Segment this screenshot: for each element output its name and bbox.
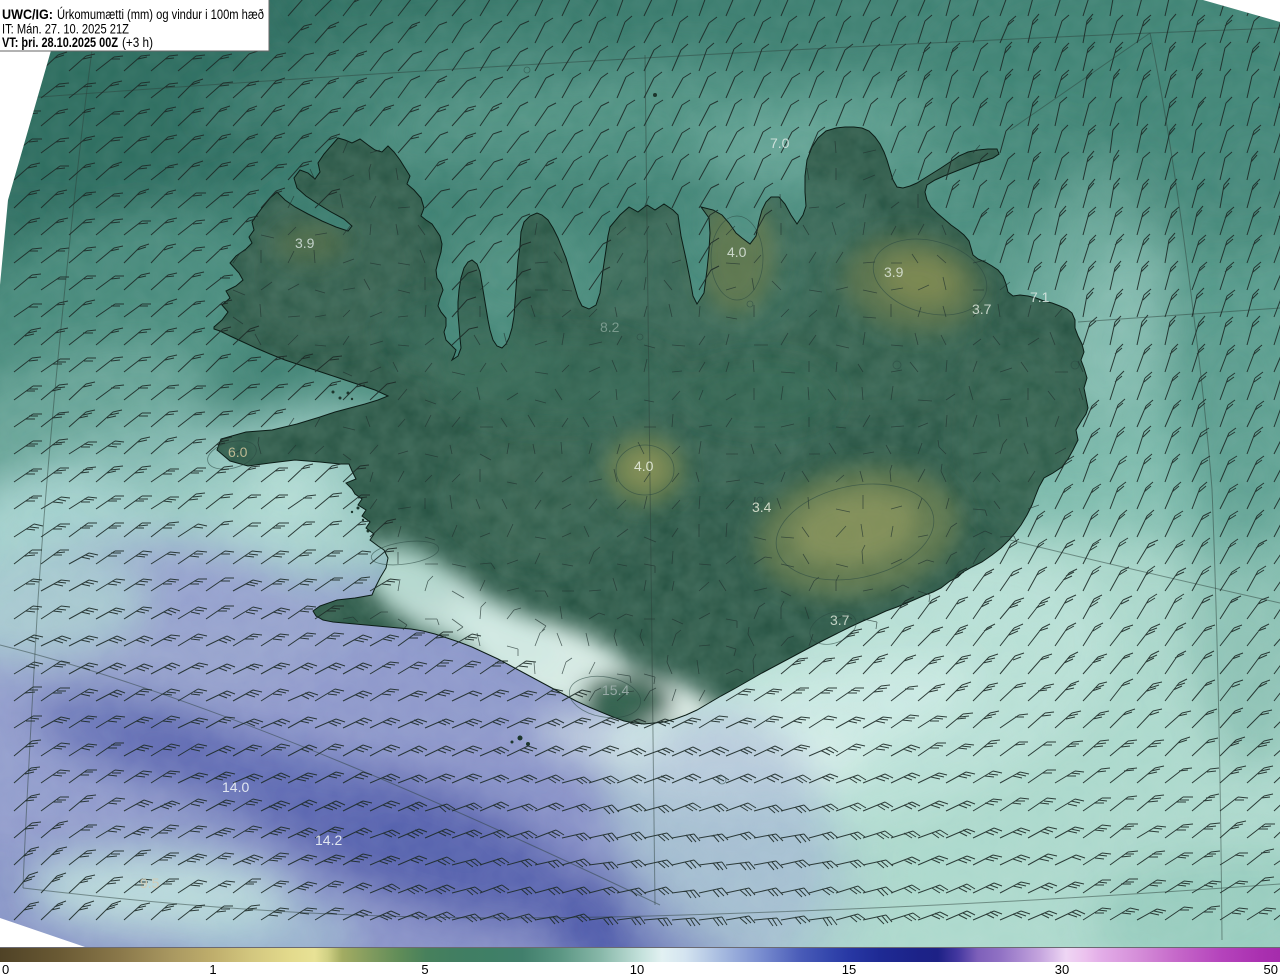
svg-text:14.0: 14.0 (222, 779, 249, 795)
svg-text:3.7: 3.7 (830, 612, 850, 628)
svg-text:30: 30 (1055, 962, 1069, 977)
svg-text:10: 10 (630, 962, 644, 977)
svg-text:50: 50 (1264, 962, 1278, 977)
svg-text:0: 0 (2, 962, 9, 977)
svg-text:5: 5 (421, 962, 428, 977)
svg-text:7.1: 7.1 (1030, 289, 1050, 305)
svg-text:4.0: 4.0 (727, 244, 747, 260)
svg-text:3.9: 3.9 (295, 235, 315, 251)
svg-text:3.7: 3.7 (972, 301, 992, 317)
svg-text:3.4: 3.4 (752, 499, 772, 515)
svg-text:9.5: 9.5 (140, 875, 160, 891)
svg-text:8.2: 8.2 (600, 319, 620, 335)
svg-text:3.9: 3.9 (884, 264, 904, 280)
svg-text:7.0: 7.0 (770, 135, 790, 151)
svg-text:VT: þri. 28.10.2025 00Z(+3 h): VT: þri. 28.10.2025 00Z(+3 h) (2, 35, 153, 50)
svg-text:UWC/IG:Úrkomumætti (mm) og vin: UWC/IG:Úrkomumætti (mm) og vindur i 100m… (2, 7, 264, 22)
svg-text:15.4: 15.4 (602, 682, 629, 698)
svg-text:1: 1 (209, 962, 216, 977)
svg-text:15: 15 (842, 962, 856, 977)
svg-text:6.0: 6.0 (228, 444, 248, 460)
svg-text:4.0: 4.0 (634, 458, 654, 474)
svg-text:14.2: 14.2 (315, 832, 342, 848)
